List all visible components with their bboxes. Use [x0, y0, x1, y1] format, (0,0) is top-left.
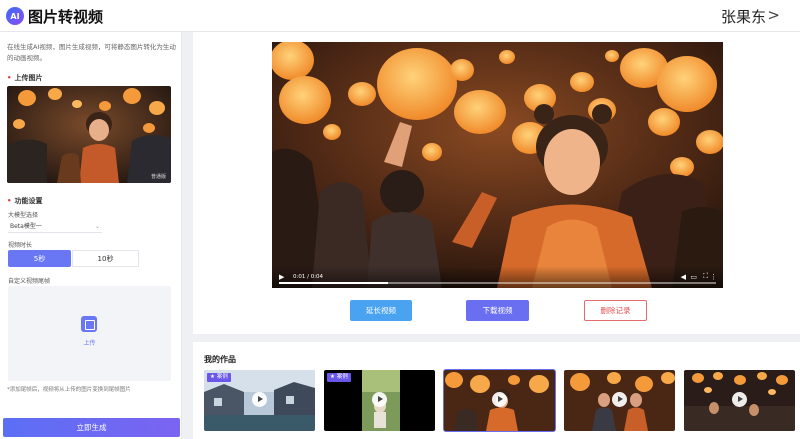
settings-label: • 功能设置: [7, 197, 43, 205]
video-progress-fill: [279, 282, 389, 284]
extend-video-button[interactable]: 延长视频: [350, 300, 412, 321]
duration-label: 视频时长: [8, 242, 33, 249]
caption-icon[interactable]: ▭: [690, 273, 697, 281]
download-video-button[interactable]: 下载视频: [466, 300, 529, 321]
work-card[interactable]: [684, 370, 795, 431]
upload-image-label: • 上传图片: [7, 74, 43, 82]
end-frame-upload[interactable]: 上传: [8, 286, 171, 381]
video-controls: ▶ 0:01 / 0:04 ◀ ▭ ⛶ ⋮: [272, 266, 723, 288]
delete-record-button[interactable]: 删除记录: [584, 300, 647, 321]
page-title: 图片转视频: [28, 8, 104, 26]
work-card[interactable]: ★ 案例: [324, 370, 435, 431]
work-card[interactable]: [564, 370, 675, 431]
work-card-selected[interactable]: [443, 369, 556, 432]
duration-option-5s[interactable]: 5秒: [8, 250, 71, 267]
app-header: AI 图片转视频 张果东 >: [0, 0, 800, 32]
end-frame-hint: *添加尾帧后，视频将从上传的图片变换到尾帧图片: [7, 387, 131, 393]
chevron-down-icon: ⌄: [94, 223, 100, 230]
tool-description: 在线生成AI视频，图片生成视频，可将静态图片转化为生动的动画视频。: [7, 43, 176, 62]
duration-option-10s[interactable]: 10秒: [72, 250, 139, 267]
model-select[interactable]: Beta模型一 ⌄: [8, 221, 102, 233]
play-icon[interactable]: ▶: [279, 273, 284, 281]
case-badge: ★ 案例: [207, 373, 231, 382]
preview-panel: ▶ 0:01 / 0:04 ◀ ▭ ⛶ ⋮ 延长视频 下载视频 删除记录: [193, 32, 800, 334]
custom-frame-label: 自定义视频尾帧: [8, 278, 51, 285]
video-frame: [272, 42, 723, 288]
chevron-right-icon[interactable]: >: [767, 6, 780, 24]
upload-button-label: 上传: [83, 340, 96, 347]
image-watermark: 普通版: [150, 174, 166, 180]
volume-icon[interactable]: ◀: [681, 273, 686, 281]
model-label: 大模型选择: [8, 212, 39, 219]
app-logo: AI: [6, 7, 24, 25]
generate-button[interactable]: 立即生成: [3, 418, 180, 437]
play-icon[interactable]: [492, 392, 507, 407]
video-progress-bar[interactable]: [279, 282, 716, 284]
fullscreen-icon[interactable]: ⛶: [703, 272, 708, 281]
my-works-panel: 我的作品 ★ 案例 ★ 案例: [193, 342, 800, 439]
play-icon[interactable]: [372, 392, 387, 407]
user-name[interactable]: 张果东: [721, 6, 766, 27]
case-badge: ★ 案例: [327, 373, 351, 382]
video-time: 0:01 / 0:04: [293, 274, 324, 280]
play-icon[interactable]: [252, 392, 267, 407]
uploaded-image-preview[interactable]: 普通版: [7, 86, 171, 183]
more-options-icon[interactable]: ⋮: [710, 273, 717, 281]
play-icon[interactable]: [732, 392, 747, 407]
video-player[interactable]: ▶ 0:01 / 0:04 ◀ ▭ ⛶ ⋮: [272, 42, 723, 288]
work-card[interactable]: ★ 案例: [204, 370, 315, 431]
works-title: 我的作品: [204, 355, 236, 364]
settings-sidebar: 在线生成AI视频，图片生成视频，可将静态图片转化为生动的动画视频。 •上传图片: [0, 32, 182, 439]
play-icon[interactable]: [612, 392, 627, 407]
upload-icon: [81, 316, 97, 332]
